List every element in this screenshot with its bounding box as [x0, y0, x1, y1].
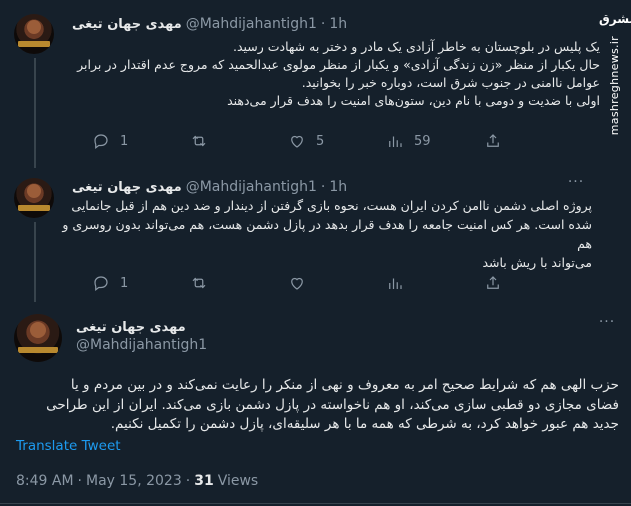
tweet-text-line: می‌تواند با ریش باشد — [482, 255, 592, 270]
tweet-header: مهدی جهان تیغی @Mahdijahantigh1 · 1h — [72, 177, 560, 197]
tweet-2[interactable]: مهدی جهان تیغی @Mahdijahantigh1 · 1h ···… — [0, 168, 600, 303]
reply-count: 1 — [120, 275, 129, 291]
like-icon — [291, 135, 303, 148]
share-icon — [487, 276, 499, 289]
more-icon[interactable]: ··· — [597, 315, 617, 336]
tweet-text-line: شده است. هر کس امنیت جامعه را هدف قرار ب… — [62, 217, 592, 251]
views-icon — [389, 278, 402, 289]
avatar[interactable] — [14, 178, 54, 218]
watermark: مشرق mashreghnews.ir — [597, 0, 631, 135]
reply-icon — [94, 276, 108, 291]
main-author-name[interactable]: مهدی جهان تیغی — [76, 320, 186, 335]
retweet-icon — [192, 135, 206, 147]
views-label: Views — [217, 473, 259, 489]
like-button[interactable] — [288, 274, 386, 292]
avatar[interactable] — [14, 14, 54, 54]
retweet-icon — [192, 277, 206, 289]
tweet-text-line: حال یکبار از منظر «زن زندگی آزادی» و یکب… — [77, 57, 600, 72]
tweet-header: مهدی جهان تیغی @Mahdijahantigh1 · 1h — [72, 14, 560, 34]
thread-line — [34, 58, 36, 168]
share-button[interactable] — [484, 132, 502, 150]
views-icon — [389, 136, 402, 147]
thread-line — [34, 222, 36, 302]
separator-dot: · — [320, 179, 326, 195]
tweet-time[interactable]: 1h — [329, 179, 347, 195]
main-tweet-text: حزب الهی هم که شرایط صحیح امر به معروف و… — [10, 376, 619, 435]
tweet-text-line: عوامل ناامنی در جنوب شرق است، دوباره خبر… — [301, 75, 600, 90]
tweet-text: یک پلیس در بلوچستان به خاطر آزادی یک ماد… — [60, 38, 600, 110]
main-avatar[interactable] — [14, 314, 62, 362]
tweet-actions: 1 — [92, 273, 532, 293]
share-button[interactable] — [484, 274, 502, 292]
tweet-text-line: پروژه اصلی دشمن ناامن کردن ایران هست، نح… — [71, 198, 592, 213]
views-button[interactable]: 59 — [386, 132, 484, 150]
more-icon[interactable]: ··· — [566, 175, 586, 196]
like-icon — [291, 277, 303, 290]
tweet-actions: 1 5 59 — [92, 131, 532, 151]
reply-count: 1 — [120, 133, 129, 149]
retweet-button[interactable] — [190, 132, 288, 150]
main-tweet-text-line: فضای مجازی دو قطبی سازی می‌کند، او هم نا… — [46, 396, 619, 413]
tweet-text-line: اولی با ضدیت و دومی با نام دین، ستون‌های… — [227, 93, 600, 108]
separator-dot: · — [77, 473, 82, 489]
views-button[interactable] — [386, 274, 484, 292]
watermark-url: mashreghnews.ir — [607, 36, 621, 136]
main-author-handle[interactable]: @Mahdijahantigh1 — [76, 337, 207, 353]
share-icon — [487, 134, 499, 147]
main-tweet-text-line: حزب الهی هم که شرایط صحیح امر به معروف و… — [70, 377, 619, 393]
author-handle[interactable]: @Mahdijahantigh1 — [186, 179, 317, 195]
separator-dot: · — [320, 16, 326, 32]
tweet-text-line: یک پلیس در بلوچستان به خاطر آزادی یک ماد… — [232, 39, 600, 54]
tweet-text: پروژه اصلی دشمن ناامن کردن ایران هست، نح… — [60, 196, 592, 272]
main-tweet-text-line: جدید هم عبور خواهد کرد، به شرطی که همه م… — [110, 416, 619, 432]
translate-tweet-link[interactable]: Translate Tweet — [16, 438, 121, 454]
reply-button[interactable]: 1 — [92, 132, 190, 150]
author-name[interactable]: مهدی جهان تیغی — [72, 180, 182, 195]
tweet-time[interactable]: 1h — [329, 16, 347, 32]
watermark-logo: مشرق — [599, 12, 631, 26]
retweet-button[interactable] — [190, 274, 288, 292]
tweet-1[interactable]: مهدی جهان تیغی @Mahdijahantigh1 · 1h یک … — [0, 0, 600, 168]
separator-dot: · — [185, 473, 191, 489]
tweet-date[interactable]: May 15, 2023 — [86, 473, 182, 489]
like-count: 5 — [316, 133, 325, 149]
views-count: 59 — [414, 133, 431, 149]
tweet-meta: 8:49 AM · May 15, 2023 · 31 Views — [16, 473, 258, 489]
tweet-time[interactable]: 8:49 AM — [16, 473, 74, 489]
author-handle[interactable]: @Mahdijahantigh1 — [186, 16, 317, 32]
like-button[interactable]: 5 — [288, 132, 386, 150]
tweet-thread: مهدی جهان تیغی @Mahdijahantigh1 · 1h یک … — [0, 0, 631, 506]
views-total: 31 — [194, 473, 214, 489]
reply-button[interactable]: 1 — [92, 274, 190, 292]
author-name[interactable]: مهدی جهان تیغی — [72, 17, 182, 32]
divider — [0, 503, 631, 504]
reply-icon — [94, 134, 108, 149]
